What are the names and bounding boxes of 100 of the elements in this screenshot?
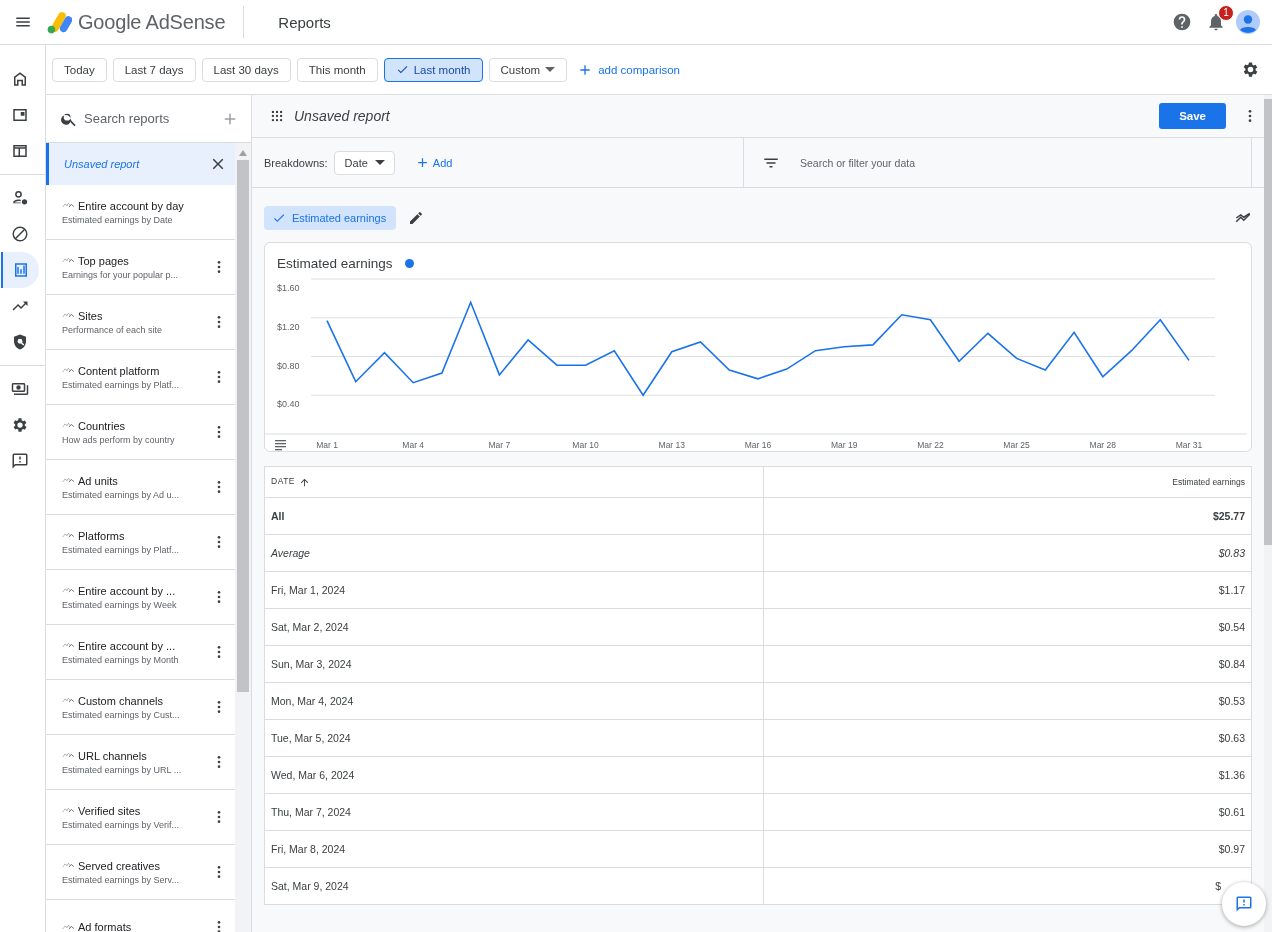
report-description: Estimated earnings by Date bbox=[62, 215, 174, 225]
ad-panel-icon[interactable] bbox=[10, 106, 29, 124]
x-tick-label: Mar 28 bbox=[1089, 440, 1117, 450]
earnings-cell: $0.61 bbox=[763, 793, 1252, 831]
report-description: Earnings for your popular p... bbox=[62, 270, 180, 280]
date-cell: Wed, Mar 6, 2024 bbox=[264, 756, 764, 794]
report-name: URL channels bbox=[78, 749, 147, 762]
logo-icon bbox=[46, 9, 72, 35]
report-description: Estimated earnings by Verif... bbox=[62, 820, 181, 830]
date-cell: Thu, Mar 7, 2024 bbox=[264, 793, 764, 831]
report-name: Ad units bbox=[78, 474, 118, 487]
report-description: Performance of each site bbox=[62, 325, 164, 335]
report-name: Entire account by ... bbox=[78, 639, 176, 652]
feedback-button[interactable] bbox=[1222, 882, 1266, 926]
report-description: Estimated earnings by Week bbox=[62, 600, 178, 610]
date-range-chip[interactable]: Last month bbox=[383, 57, 483, 82]
date-cell: Fri, Mar 8, 2024 bbox=[264, 830, 764, 868]
y-tick-label: $1.20 bbox=[277, 321, 300, 332]
x-tick-label: Mar 13 bbox=[658, 440, 686, 450]
layout-icon[interactable] bbox=[10, 142, 29, 160]
earnings-cell: $1.17 bbox=[763, 571, 1252, 609]
y-tick-label: $1.60 bbox=[277, 283, 300, 293]
breakdown-dropdown[interactable]: Date bbox=[333, 150, 395, 175]
x-tick-label: Mar 7 bbox=[488, 440, 511, 450]
caret-icon bbox=[545, 67, 556, 72]
feedback-icon[interactable] bbox=[10, 452, 29, 470]
report-description: Estimated earnings by Month bbox=[62, 655, 180, 665]
earnings-cell: $0.83 bbox=[763, 534, 1252, 572]
user-settings-icon[interactable] bbox=[10, 189, 29, 207]
earnings-cell: $0.97 bbox=[763, 830, 1252, 868]
search-reports-field[interactable]: Search reports bbox=[84, 111, 215, 126]
earnings-cell: $0.54 bbox=[763, 608, 1252, 646]
notification-count: 1 bbox=[1218, 5, 1234, 21]
date-range-chip[interactable]: Last 30 days bbox=[201, 57, 291, 82]
app-title: Google AdSense bbox=[78, 10, 226, 34]
earnings-cell: $0.53 bbox=[763, 682, 1252, 720]
block-icon[interactable] bbox=[10, 225, 29, 243]
sort-up-icon bbox=[299, 476, 311, 488]
report-description: Estimated earnings by Platf... bbox=[62, 380, 181, 390]
report-description: Estimated earnings by URL ... bbox=[62, 765, 183, 775]
page-title: Reports bbox=[278, 13, 331, 31]
report-name: Custom channels bbox=[78, 694, 163, 707]
metric-chip[interactable]: Estimated earnings bbox=[264, 206, 397, 230]
search-filter-field[interactable]: Search or filter your data bbox=[800, 156, 915, 169]
x-tick-label: Mar 31 bbox=[1175, 440, 1203, 450]
date-cell: Sat, Mar 2, 2024 bbox=[264, 608, 764, 646]
check-icon bbox=[272, 211, 286, 225]
custom-range-dropdown[interactable]: Custom bbox=[488, 57, 568, 82]
date-range-chip[interactable]: Today bbox=[52, 57, 107, 82]
add-comparison-link[interactable]: add comparison bbox=[573, 57, 684, 82]
scrollbar-thumb[interactable] bbox=[237, 160, 249, 692]
date-cell: Sun, Mar 3, 2024 bbox=[264, 645, 764, 683]
x-tick-label: Mar 10 bbox=[572, 440, 599, 450]
report-name: Countries bbox=[78, 419, 126, 432]
report-name: Verified sites bbox=[78, 804, 141, 817]
report-name: Unsaved report bbox=[64, 158, 141, 170]
table-view-icon[interactable] bbox=[275, 440, 286, 451]
date-range-chip[interactable]: Last 7 days bbox=[112, 57, 196, 82]
date-cell: Mon, Mar 4, 2024 bbox=[264, 682, 764, 720]
date-cell: Tue, Mar 5, 2024 bbox=[264, 719, 764, 757]
notifications-icon[interactable] bbox=[1206, 12, 1226, 32]
date-cell: Fri, Mar 1, 2024 bbox=[264, 571, 764, 609]
caret-icon bbox=[374, 160, 385, 165]
column-header[interactable]: Estimated earnings bbox=[763, 466, 1252, 498]
edit-icon[interactable] bbox=[408, 210, 425, 226]
report-name: Ad formats bbox=[78, 921, 132, 932]
add-breakdown-link[interactable]: Add bbox=[408, 154, 459, 171]
report-name: Served creatives bbox=[78, 859, 160, 872]
date-range-chip[interactable]: This month bbox=[296, 57, 378, 82]
x-tick-label: Mar 1 bbox=[316, 440, 338, 450]
report-description: Estimated earnings by Platf... bbox=[62, 545, 181, 555]
save-button[interactable]: Save bbox=[1159, 103, 1226, 129]
date-cell: Sat, Mar 9, 2024 bbox=[264, 867, 764, 905]
avatar-icon[interactable] bbox=[1236, 10, 1260, 34]
legend-label: Estimated earnings bbox=[277, 256, 393, 271]
feedback-icon bbox=[1235, 895, 1253, 913]
y-tick-label: $0.80 bbox=[277, 360, 300, 371]
breakdowns-label: Breakdowns: bbox=[264, 156, 328, 169]
payments-icon[interactable] bbox=[10, 380, 29, 398]
scrollbar-thumb[interactable] bbox=[1264, 99, 1272, 545]
date-cell: All bbox=[264, 497, 764, 535]
earnings-cell: $0.63 bbox=[763, 719, 1252, 757]
report-name: Platforms bbox=[78, 529, 125, 542]
report-list-item[interactable]: Unsaved report bbox=[46, 143, 235, 185]
report-name: Entire account by ... bbox=[78, 584, 176, 597]
help-icon[interactable] bbox=[1172, 12, 1192, 32]
x-tick-label: Mar 4 bbox=[402, 440, 425, 450]
settings-icon[interactable] bbox=[1241, 60, 1260, 79]
column-header[interactable]: DATE bbox=[264, 466, 764, 498]
report-description: Estimated earnings by Ad u... bbox=[62, 490, 181, 500]
report-name: Top pages bbox=[78, 254, 129, 267]
check-icon bbox=[395, 63, 409, 76]
report-name: Content platform bbox=[78, 364, 160, 377]
x-tick-label: Mar 19 bbox=[830, 440, 858, 450]
report-description: Estimated earnings by Cust... bbox=[62, 710, 181, 720]
earnings-cell: $25.77 bbox=[763, 497, 1252, 535]
apps-grid-icon[interactable] bbox=[270, 109, 284, 123]
report-name: Sites bbox=[78, 309, 103, 322]
report-name: Entire account by day bbox=[78, 199, 184, 212]
earnings-cell: $1.36 bbox=[763, 756, 1252, 794]
